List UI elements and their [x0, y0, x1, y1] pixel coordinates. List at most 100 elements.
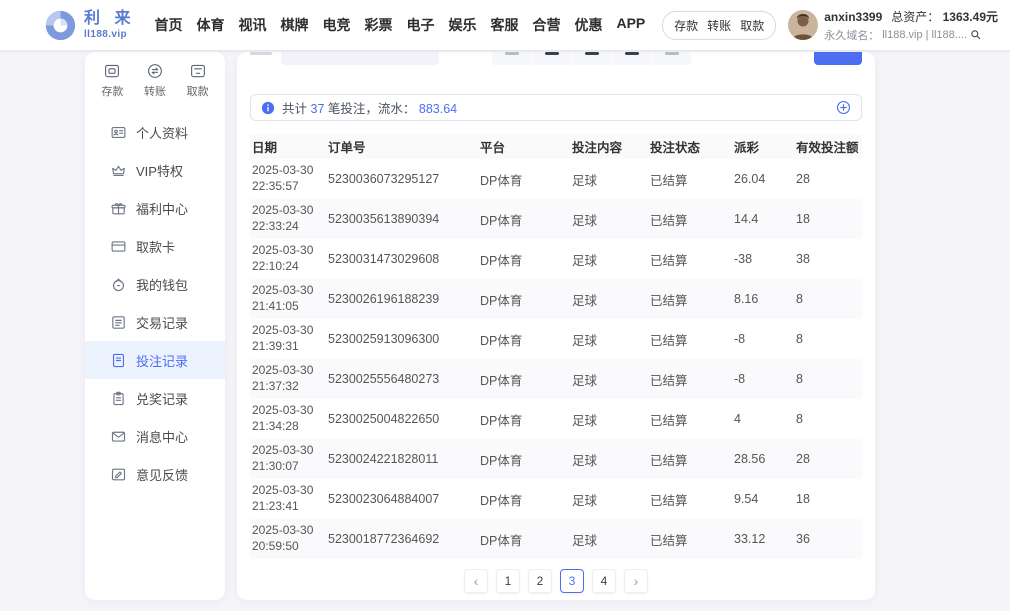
cell-platform: DP体育: [478, 490, 570, 509]
next-page-button[interactable]: ›: [624, 569, 648, 593]
column-header: 投注状态: [648, 137, 732, 156]
page-button-4[interactable]: 4: [592, 569, 616, 593]
sidebar-item-wallet[interactable]: 我的钱包: [85, 265, 225, 303]
nav-item[interactable]: APP: [609, 15, 652, 35]
nav-item[interactable]: 彩票: [357, 15, 399, 35]
nav-item[interactable]: 优惠: [567, 15, 609, 35]
cell-order: 5230023064884007: [326, 492, 478, 506]
nav-item[interactable]: 娱乐: [441, 15, 483, 35]
main-nav: 首页体育视讯棋牌电竞彩票电子娱乐客服合营优惠APP: [147, 15, 652, 35]
top-header: 利 来 ll188.vip 首页体育视讯棋牌电竞彩票电子娱乐客服合营优惠APP …: [0, 0, 1010, 50]
cell-order: 5230025556480273: [326, 372, 478, 386]
wallet-pill-item[interactable]: 转账: [707, 17, 731, 34]
logo-title: 利 来: [84, 11, 135, 27]
cell-date: 2025-03-3021:39:31: [250, 323, 326, 355]
table-row: 2025-03-3021:34:285230025004822650DP体育足球…: [250, 399, 862, 439]
sidebar-item-transactions[interactable]: 交易记录: [85, 303, 225, 341]
wallet-pill-item[interactable]: 存款: [674, 17, 698, 34]
filter-segment[interactable]: [612, 52, 651, 65]
sidebar-item-messages[interactable]: 消息中心: [85, 417, 225, 455]
cell-valid-amount: 8: [794, 332, 862, 346]
sidebar-item-vip[interactable]: VIP特权: [85, 151, 225, 189]
nav-item[interactable]: 电子: [399, 15, 441, 35]
transfer-icon: [146, 62, 164, 80]
table-row: 2025-03-3021:39:315230025913096300DP体育足球…: [250, 319, 862, 359]
cell-valid-amount: 8: [794, 412, 862, 426]
wallet-pill-item[interactable]: 取款: [740, 17, 764, 34]
cell-status: 已结算: [648, 170, 732, 189]
table-header-row: 日期订单号平台投注内容投注状态派彩有效投注额: [250, 134, 862, 159]
column-header: 投注内容: [570, 137, 648, 156]
assets-label: 总资产：: [891, 10, 939, 24]
sidebar-item-prizes[interactable]: 兑奖记录: [85, 379, 225, 417]
page-button-1[interactable]: 1: [496, 569, 520, 593]
sidebar-item-profile[interactable]: 个人资料: [85, 113, 225, 151]
search-button[interactable]: [814, 52, 862, 65]
bets-table: 日期订单号平台投注内容投注状态派彩有效投注额 2025-03-3022:35:5…: [250, 134, 862, 559]
page-button-2[interactable]: 2: [528, 569, 552, 593]
bet-count: 37: [311, 102, 325, 116]
table-row: 2025-03-3022:33:245230035613890394DP体育足球…: [250, 199, 862, 239]
filter-segment[interactable]: [652, 52, 691, 65]
cell-order: 5230025004822650: [326, 412, 478, 426]
cell-valid-amount: 36: [794, 532, 862, 546]
cell-date: 2025-03-3021:30:07: [250, 443, 326, 475]
cell-valid-amount: 8: [794, 292, 862, 306]
column-header: 平台: [478, 137, 570, 156]
cell-content: 足球: [570, 370, 648, 389]
column-header: 派彩: [732, 137, 794, 156]
cell-status: 已结算: [648, 290, 732, 309]
logo[interactable]: 利 来 ll188.vip: [44, 9, 135, 42]
sidebar: 存款转账取款 个人资料VIP特权福利中心取款卡我的钱包交易记录投注记录兑奖记录消…: [85, 52, 225, 600]
cell-content: 足球: [570, 410, 648, 429]
cell-valid-amount: 18: [794, 492, 862, 506]
table-body: 2025-03-3022:35:575230036073295127DP体育足球…: [250, 159, 862, 559]
quick-action-deposit[interactable]: 存款: [91, 62, 134, 99]
nav-item[interactable]: 客服: [483, 15, 525, 35]
cell-order: 5230018772364692: [326, 532, 478, 546]
filter-segment[interactable]: [492, 52, 531, 65]
cell-status: 已结算: [648, 330, 732, 349]
filter-segment[interactable]: [532, 52, 571, 65]
sidebar-item-welfare[interactable]: 福利中心: [85, 189, 225, 227]
cell-platform: DP体育: [478, 170, 570, 189]
cell-platform: DP体育: [478, 210, 570, 229]
date-range-input[interactable]: [281, 52, 439, 65]
cell-status: 已结算: [648, 210, 732, 229]
sidebar-item-card[interactable]: 取款卡: [85, 227, 225, 265]
welfare-icon: [110, 200, 127, 217]
nav-item[interactable]: 合营: [525, 15, 567, 35]
nav-item[interactable]: 电竞: [315, 15, 357, 35]
magnifier-icon[interactable]: [970, 29, 981, 40]
cell-date: 2025-03-3022:35:57: [250, 163, 326, 195]
table-row: 2025-03-3021:41:055230026196188239DP体育足球…: [250, 279, 862, 319]
table-row: 2025-03-3022:35:575230036073295127DP体育足球…: [250, 159, 862, 199]
assets-value: 1363.49元: [943, 10, 998, 24]
vip-icon: [110, 162, 127, 179]
circle-plus-icon[interactable]: [836, 100, 851, 115]
quick-action-transfer[interactable]: 转账: [134, 62, 177, 99]
nav-item[interactable]: 体育: [189, 15, 231, 35]
cell-date: 2025-03-3021:37:32: [250, 363, 326, 395]
filter-segment[interactable]: [572, 52, 611, 65]
sidebar-item-feedback[interactable]: 意见反馈: [85, 455, 225, 493]
avatar[interactable]: [788, 10, 818, 40]
cell-order: 5230035613890394: [326, 212, 478, 226]
nav-item[interactable]: 首页: [147, 15, 189, 35]
messages-icon: [110, 428, 127, 445]
cell-content: 足球: [570, 290, 648, 309]
sidebar-item-bets[interactable]: 投注记录: [85, 341, 225, 379]
withdraw-icon: [189, 62, 207, 80]
cell-payout: -8: [732, 372, 794, 386]
page-button-3[interactable]: 3: [560, 569, 584, 593]
cell-platform: DP体育: [478, 330, 570, 349]
prev-page-button[interactable]: ‹: [464, 569, 488, 593]
column-header: 日期: [250, 137, 326, 156]
card-icon: [110, 238, 127, 255]
cell-content: 足球: [570, 450, 648, 469]
nav-item[interactable]: 棋牌: [273, 15, 315, 35]
nav-item[interactable]: 视讯: [231, 15, 273, 35]
quick-action-withdraw[interactable]: 取款: [176, 62, 219, 99]
deposit-icon: [103, 62, 121, 80]
table-row: 2025-03-3021:30:075230024221828011DP体育足球…: [250, 439, 862, 479]
